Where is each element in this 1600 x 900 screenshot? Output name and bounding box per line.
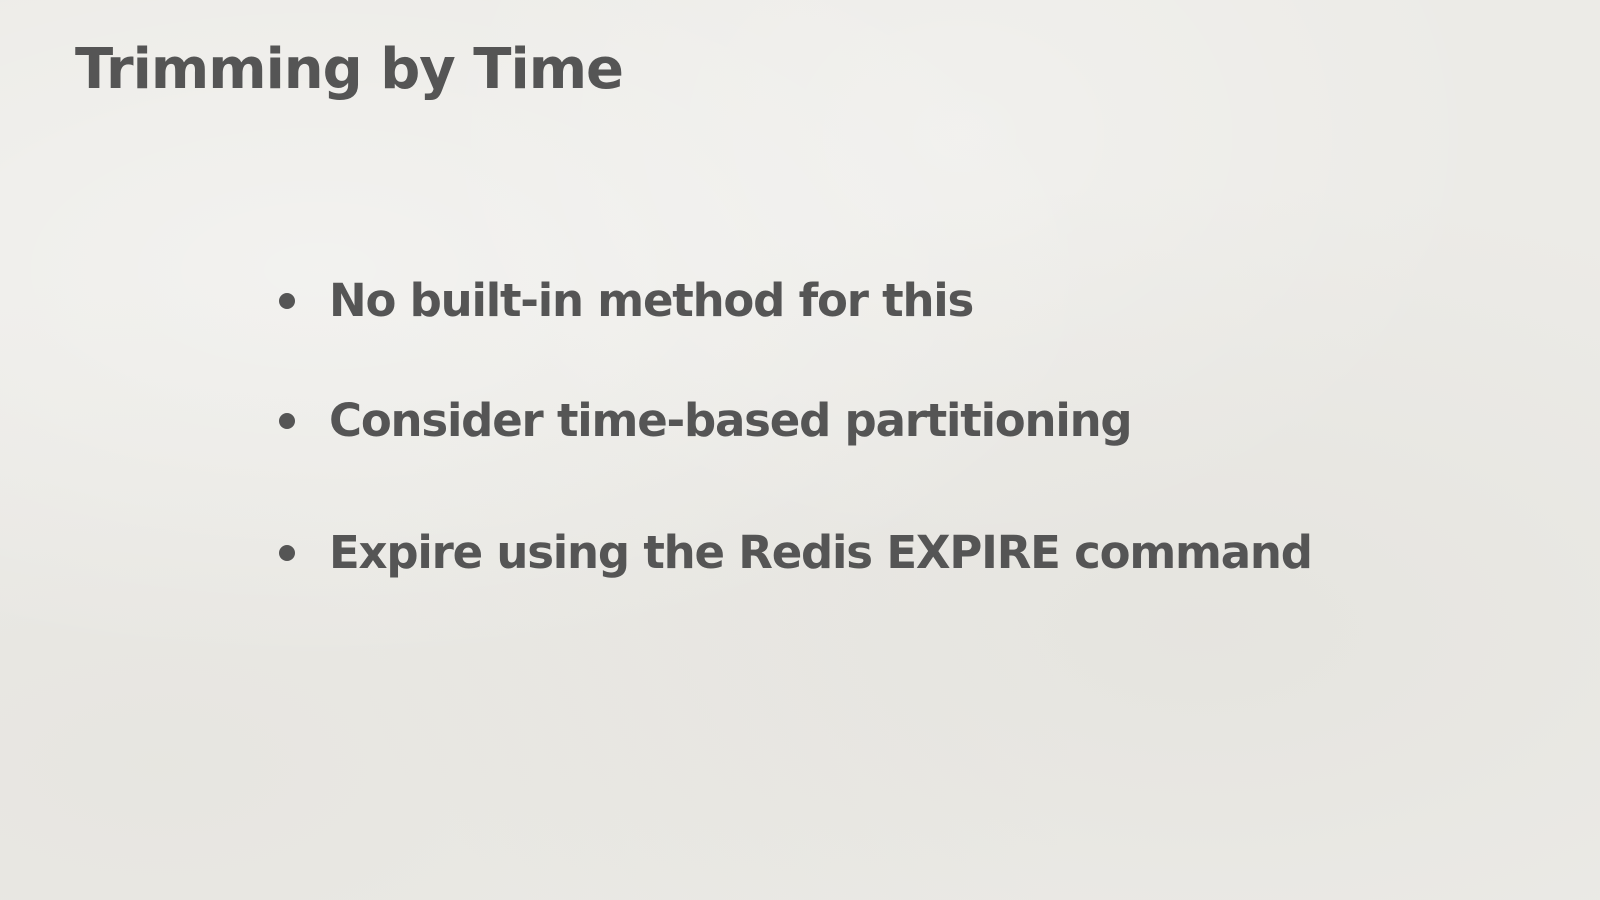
slide-title: Trimming by Time	[75, 37, 624, 102]
bullet-dot-icon	[279, 413, 295, 429]
bullet-text: Expire using the Redis EXPIRE command	[329, 526, 1313, 579]
slide: Trimming by Time No built-in method for …	[0, 0, 1600, 900]
bullet-dot-icon	[279, 545, 295, 561]
bullet-dot-icon	[279, 293, 295, 309]
bullet-text: No built-in method for this	[329, 274, 974, 327]
bullet-text: Consider time-based partitioning	[329, 394, 1133, 447]
